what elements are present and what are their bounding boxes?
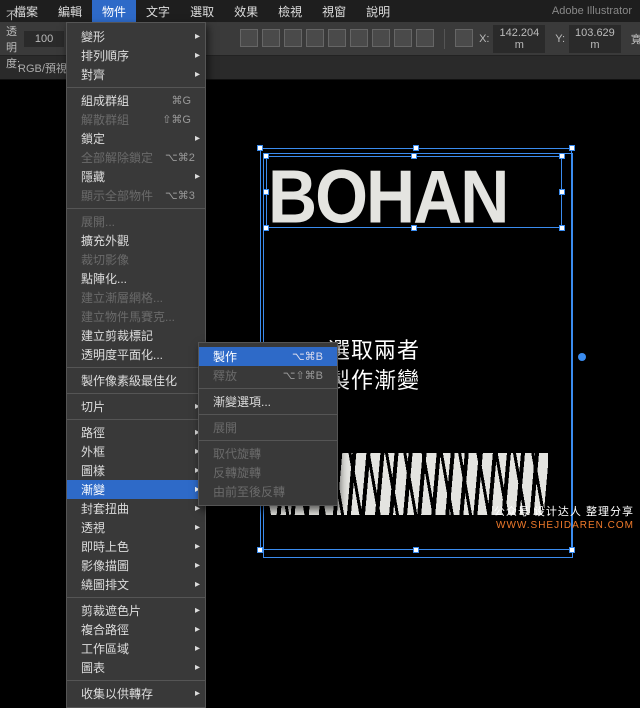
menu-item[interactable]: 工作區域 — [67, 639, 205, 658]
menu-select[interactable]: 選取 — [180, 0, 224, 23]
menu-item: 反轉旋轉 — [199, 463, 337, 482]
menu-item: 取代旋轉 — [199, 444, 337, 463]
menu-item[interactable]: 圖樣 — [67, 461, 205, 480]
menu-item[interactable]: 繞圖排文 — [67, 575, 205, 594]
menu-item: 建立物件馬賽克... — [67, 307, 205, 326]
menu-item: 展開... — [67, 212, 205, 231]
align-icon[interactable] — [262, 29, 280, 47]
blend-submenu[interactable]: 製作⌥⌘B釋放⌥⇧⌘B 漸變選項... 展開取代旋轉反轉旋轉由前至後反轉 — [198, 342, 338, 506]
menu-item[interactable]: 製作像素級最佳化 — [67, 371, 205, 390]
menu-item[interactable]: 隱藏 — [67, 167, 205, 186]
menu-item[interactable]: 擴充外觀 — [67, 231, 205, 250]
align-icon[interactable] — [350, 29, 368, 47]
object-menu[interactable]: 變形排列順序對齊組成群組⌘G解散群組⇧⌘G鎖定全部解除鎖定⌥⌘2隱藏顯示全部物件… — [66, 22, 206, 708]
menu-item: 解散群組⇧⌘G — [67, 110, 205, 129]
menu-item[interactable]: 變形 — [67, 27, 205, 46]
menu-item: 顯示全部物件⌥⌘3 — [67, 186, 205, 205]
menu-help[interactable]: 說明 — [356, 0, 400, 23]
align-icon[interactable] — [240, 29, 258, 47]
menu-object[interactable]: 物件 — [92, 0, 136, 23]
menu-item[interactable]: 剪裁遮色片 — [67, 601, 205, 620]
menu-item[interactable]: 切片 — [67, 397, 205, 416]
w-label: 寬: — [631, 31, 640, 47]
menu-item[interactable]: 即時上色 — [67, 537, 205, 556]
anchor-point[interactable] — [578, 353, 586, 361]
distribute-icon[interactable] — [394, 29, 412, 47]
menu-item[interactable]: 對齊 — [67, 65, 205, 84]
x-label: X: — [479, 33, 489, 45]
app-brand: Adobe Illustrator — [552, 5, 632, 17]
menu-item[interactable]: 漸變選項... — [199, 392, 337, 411]
menu-item[interactable]: 外框 — [67, 442, 205, 461]
menu-edit[interactable]: 編輯 — [48, 0, 92, 23]
menubar: 檔案 編輯 物件 文字 選取 效果 檢視 視窗 說明 Adobe Illustr… — [0, 0, 640, 22]
y-value[interactable]: 103.629 m — [569, 25, 621, 53]
align-icon[interactable] — [306, 29, 324, 47]
x-value[interactable]: 142.204 m — [493, 25, 545, 53]
menu-item[interactable]: 漸變 — [67, 480, 205, 499]
menu-item: 全部解除鎖定⌥⌘2 — [67, 148, 205, 167]
menu-item[interactable]: 圖表 — [67, 658, 205, 677]
menu-item[interactable]: 複合路徑 — [67, 620, 205, 639]
menu-item[interactable]: 鎖定 — [67, 129, 205, 148]
menu-item[interactable]: 收集以供轉存 — [67, 684, 205, 703]
menu-item[interactable]: 封套扭曲 — [67, 499, 205, 518]
y-label: Y: — [555, 33, 565, 45]
distribute-icon[interactable] — [372, 29, 390, 47]
menu-item[interactable]: 製作⌥⌘B — [199, 347, 337, 366]
menu-item: 建立漸層網格... — [67, 288, 205, 307]
opacity-value[interactable]: 100 — [24, 31, 64, 47]
distribute-icon[interactable] — [416, 29, 434, 47]
watermark: 公众号 设计达人 整理分享 WWW.SHEJIDAREN.COM — [494, 505, 634, 532]
transform-icon[interactable] — [455, 29, 473, 47]
menu-item: 展開 — [199, 418, 337, 437]
menu-item[interactable]: 透視 — [67, 518, 205, 537]
menu-item[interactable]: 組成群組⌘G — [67, 91, 205, 110]
menu-item: 裁切影像 — [67, 250, 205, 269]
align-icon[interactable] — [328, 29, 346, 47]
menu-item[interactable]: 排列順序 — [67, 46, 205, 65]
menu-item: 釋放⌥⇧⌘B — [199, 366, 337, 385]
menu-effect[interactable]: 效果 — [224, 0, 268, 23]
menu-item[interactable]: 建立剪裁標記 — [67, 326, 205, 345]
menu-item[interactable]: 路徑 — [67, 423, 205, 442]
menu-type[interactable]: 文字 — [136, 0, 180, 23]
menu-item: 由前至後反轉 — [199, 482, 337, 501]
menu-item[interactable]: 點陣化... — [67, 269, 205, 288]
align-icon[interactable] — [284, 29, 302, 47]
menu-window[interactable]: 視窗 — [312, 0, 356, 23]
menu-item[interactable]: 透明度平面化... — [67, 345, 205, 364]
menu-item[interactable]: 影像描圖 — [67, 556, 205, 575]
menu-view[interactable]: 檢視 — [268, 0, 312, 23]
